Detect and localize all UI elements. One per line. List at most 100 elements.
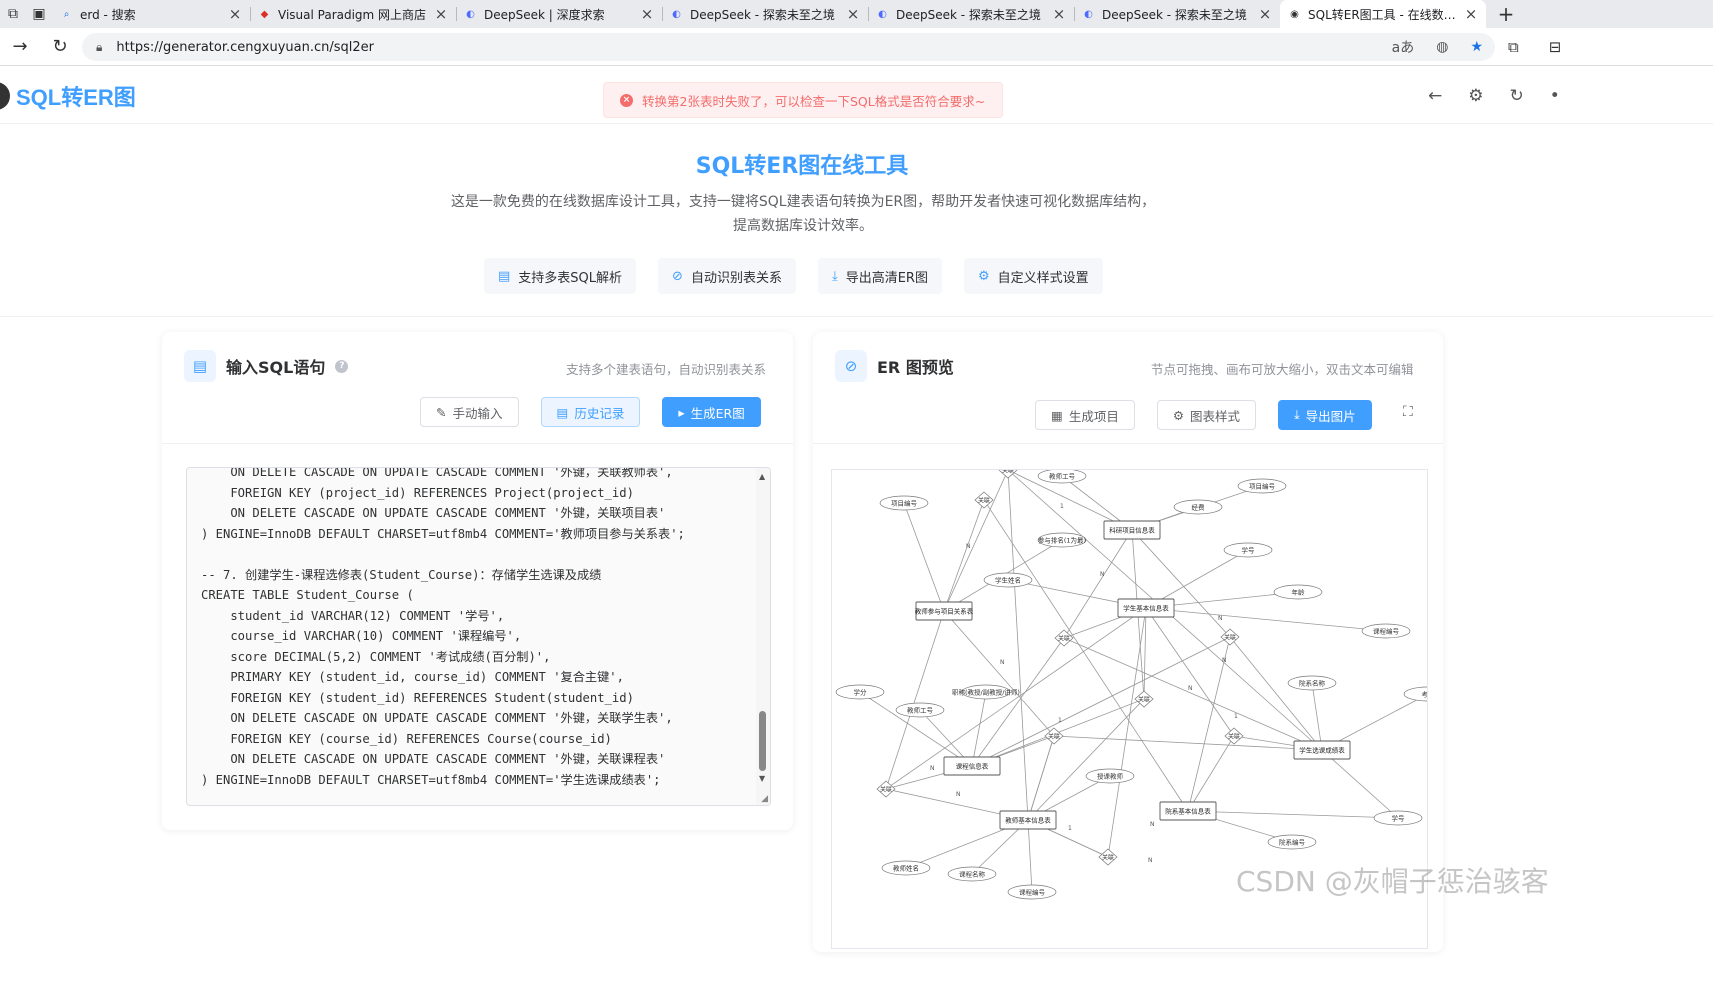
er-attribute-label: 学生姓名 (995, 576, 1021, 585)
browser-tab-active[interactable]: ◉ SQL转ER图工具 - 在线数据库设计 × (1280, 0, 1486, 28)
chart-style-button[interactable]: ⚙ 图表样式 (1156, 400, 1257, 430)
er-attribute-label: 课程名称 (959, 870, 986, 879)
reload-icon[interactable]: ↻ (40, 36, 80, 57)
scroll-up-icon[interactable]: ▲ (759, 472, 765, 481)
generate-er-button[interactable]: ▸ 生成ER图 (662, 397, 761, 427)
close-icon[interactable]: × (1258, 5, 1272, 23)
address-bar[interactable]: 🔒︎ https://generator.cengxuyuan.cn/sql2e… (82, 33, 1495, 61)
er-relationship-label: 关联 (1224, 634, 1236, 642)
card-title: ER 图预览 (877, 358, 954, 377)
card-subtitle: 支持多个建表语句，自动识别表关系 (566, 362, 767, 377)
section-divider (0, 316, 1713, 317)
generate-project-button[interactable]: ▦ 生成项目 (1035, 400, 1135, 430)
error-message: 转换第2张表时失败了，可以检查一下SQL格式是否符合要求~ (642, 93, 986, 109)
fullscreen-icon[interactable]: ⛶ (1403, 404, 1413, 420)
er-attribute-label: 项目编号 (891, 499, 918, 508)
logo[interactable]: SQL转ER图 (0, 80, 136, 112)
tab-title: DeepSeek - 探索未至之境 (896, 7, 1041, 22)
settings-gear-icon[interactable]: ⚙ (1468, 86, 1483, 106)
browser-tab[interactable]: ◆ Visual Paradigm 网上商店 × (250, 0, 456, 28)
export-image-button[interactable]: ⤓ 导出图片 (1278, 400, 1372, 430)
er-connector (943, 499, 985, 612)
er-connector (1187, 735, 1235, 812)
er-entity-label: 教师基本信息表 (1005, 816, 1051, 825)
resize-handle-icon[interactable]: ◢ (761, 794, 768, 804)
deepseek-favicon-icon: ◐ (672, 8, 681, 20)
deepseek-favicon-icon: ◐ (878, 8, 887, 20)
hero-title: SQL转ER图在线工具 (695, 154, 909, 179)
new-tab-icon[interactable]: + (1486, 0, 1526, 28)
browser-tab[interactable]: ◐ DeepSeek - 探索未至之境 × (662, 0, 868, 28)
forward-icon[interactable]: → (0, 36, 40, 57)
logo-mark-icon (0, 82, 10, 110)
history-button[interactable]: ▤ 历史记录 (540, 397, 641, 427)
er-cardinality-label: 1 (1068, 825, 1072, 832)
feature-relations: ⊘ 自动识别表关系 (658, 258, 796, 294)
split-screen-icon[interactable]: ⊟ (1549, 38, 1562, 56)
tab-actions-icon[interactable]: ▣ (26, 0, 52, 28)
card-divider (813, 443, 1443, 444)
er-attribute-label: 参与排名(1为最) (1038, 536, 1086, 545)
er-relationship-label: 关联 (1048, 733, 1060, 741)
er-attribute-label: 教师工号 (907, 706, 934, 715)
edit-icon: ✎ (436, 404, 447, 420)
site-favicon-icon: ◉ (1290, 8, 1299, 20)
help-icon[interactable]: ? (335, 359, 349, 373)
er-attribute-label: 职称(教授/副教授/讲师) (952, 688, 1020, 697)
workspaces-icon[interactable]: ⧉ (0, 0, 26, 28)
feature-export: ⤓ 导出高清ER图 (817, 258, 942, 294)
more-icon[interactable]: • (1550, 86, 1560, 106)
er-connector (1027, 819, 1033, 893)
scroll-down-icon[interactable]: ▼ (759, 774, 765, 783)
close-icon[interactable]: × (846, 5, 860, 23)
download-icon: ⤓ (1294, 407, 1300, 422)
er-relationship-label: 关联 (880, 786, 892, 794)
refresh-icon[interactable]: ↻ (1510, 86, 1524, 106)
browser-toolbar: → ↻ 🔒︎ https://generator.cengxuyuan.cn/s… (0, 28, 1713, 66)
er-relationship-label: 关联 (1002, 470, 1014, 475)
feature-label: 导出高清ER图 (845, 270, 928, 286)
er-connector (1229, 636, 1323, 751)
er-cardinality-label: N (966, 543, 971, 550)
button-label: 手动输入 (452, 405, 503, 421)
er-relationship-label: 关联 (1102, 854, 1114, 862)
close-icon[interactable]: × (434, 5, 448, 23)
tab-title: Visual Paradigm 网上商店 (278, 7, 427, 22)
er-cardinality-label: N (1148, 857, 1153, 864)
tab-title: erd - 搜索 (80, 7, 136, 22)
browser-tab[interactable]: ◐ DeepSeek - 探索未至之境 × (1074, 0, 1280, 28)
er-connector (1053, 735, 1323, 751)
browser-tab[interactable]: ◐ DeepSeek | 深度求索 × (456, 0, 662, 28)
er-entity-label: 学生基本信息表 (1123, 604, 1169, 613)
scrollbar[interactable]: ▲ ▼ (756, 468, 770, 805)
er-attribute-label: 考试 (1422, 690, 1429, 699)
er-connector (1131, 529, 1231, 638)
manual-input-button[interactable]: ✎ 手动输入 (420, 397, 519, 427)
sql-textarea[interactable]: ON DELETE CASCADE ON UPDATE CASCADE COMM… (186, 467, 771, 806)
close-icon[interactable]: × (1464, 5, 1478, 23)
browser-tab[interactable]: ◐ DeepSeek - 探索未至之境 × (868, 0, 1074, 28)
logo-text: SQL转ER图 (16, 85, 136, 110)
close-icon[interactable]: × (1052, 5, 1066, 23)
er-connector (885, 610, 945, 790)
er-connector (1027, 735, 1055, 821)
back-arrow-icon[interactable]: ← (1428, 86, 1442, 106)
favorite-star-icon[interactable]: ★ (1470, 39, 1483, 55)
close-icon[interactable]: × (228, 5, 242, 23)
er-cardinality-label: 1 (1058, 717, 1062, 724)
close-icon[interactable]: × (640, 5, 654, 23)
er-connector (1007, 470, 1029, 821)
browser-tab[interactable]: ⌕ erd - 搜索 × (52, 0, 250, 28)
scroll-thumb[interactable] (759, 711, 766, 771)
browser-essentials-icon[interactable]: ◍ (1436, 39, 1448, 55)
document-icon: ▤ (184, 350, 216, 382)
tab-title: DeepSeek - 探索未至之境 (690, 7, 835, 22)
er-connector (1187, 810, 1399, 819)
button-label: 生成ER图 (690, 405, 745, 421)
app-header: SQL转ER图 × 转换第2张表时失败了，可以检查一下SQL格式是否符合要求~ … (0, 66, 1713, 124)
er-attribute-label: 经费 (1192, 503, 1206, 512)
er-connector (903, 502, 945, 612)
read-aloud-icon[interactable]: aあ (1392, 37, 1415, 57)
er-attribute-label: 课程编号 (1373, 627, 1400, 636)
extensions-icon[interactable]: ⧉ (1508, 38, 1519, 56)
